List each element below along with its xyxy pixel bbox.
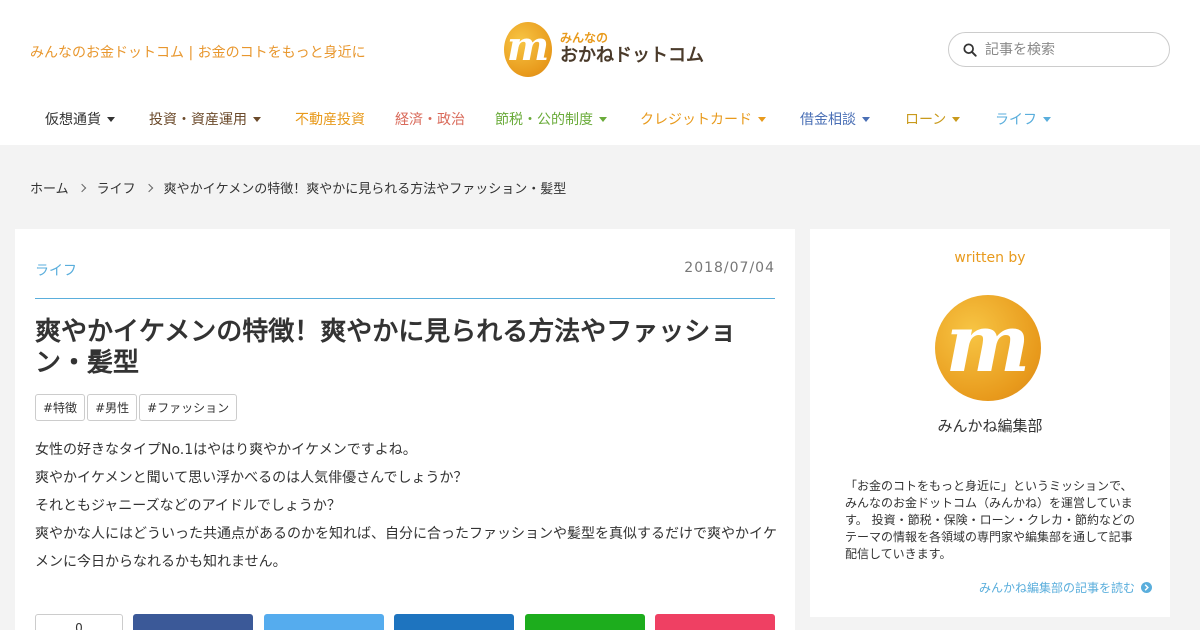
nav-item-real-estate[interactable]: 不動産投資 <box>295 109 365 129</box>
chevron-right-icon <box>144 183 153 192</box>
nav-item-credit-card[interactable]: クレジットカード <box>640 109 766 129</box>
article-date: 2018/07/04 <box>684 260 775 276</box>
site-tagline[interactable]: みんなのお金ドットコム | お金のコトをもっと身近に <box>30 42 366 62</box>
nav-item-life[interactable]: ライフ <box>995 109 1051 129</box>
caret-down-icon <box>599 116 607 122</box>
author-name[interactable]: みんかね編集部 <box>810 415 1170 436</box>
chevron-right-icon <box>77 183 86 192</box>
avatar[interactable]: m <box>935 295 1041 401</box>
line-share-button[interactable] <box>525 614 645 630</box>
nav-item-debt[interactable]: 借金相談 <box>800 109 870 129</box>
written-by-label: written by <box>954 250 1026 266</box>
breadcrumb-life[interactable]: ライフ <box>97 178 136 197</box>
caret-down-icon <box>1043 116 1051 122</box>
paragraph: 女性の好きなタイプNo.1はやはり爽やかイケメンですよね。 <box>35 442 417 458</box>
tag[interactable]: #特徴 <box>35 394 86 421</box>
share-count-button[interactable]: 0 <box>35 614 123 630</box>
twitter-share-button[interactable] <box>264 614 384 630</box>
site-header: みんなのお金ドットコム | お金のコトをもっと身近に m みんなの おかねドット… <box>0 0 1200 145</box>
caret-down-icon <box>107 116 115 122</box>
nav-item-tax[interactable]: 節税・公的制度 <box>495 109 607 129</box>
breadcrumb: ホーム ライフ 爽やかイケメンの特徴！爽やかに見られる方法やファッション・髪型 <box>30 178 566 197</box>
article-category[interactable]: ライフ <box>35 260 77 280</box>
article-title: 爽やかイケメンの特徴！爽やかに見られる方法やファッション・髪型 <box>35 317 737 378</box>
nav-item-loan[interactable]: ローン <box>905 109 961 129</box>
nav-item-investment[interactable]: 投資・資産運用 <box>149 109 261 129</box>
caret-down-icon <box>952 116 961 122</box>
paragraph: 爽やかイケメンと聞いて思い浮かべるのは人気俳優さんでしょうか？ <box>35 470 468 486</box>
logo-text: みんなの おかねドットコム <box>560 31 704 67</box>
site-logo[interactable]: m みんなの おかねドットコム <box>504 20 704 78</box>
breadcrumb-home[interactable]: ホーム <box>30 178 69 197</box>
avatar-mark-icon: m <box>945 296 1031 390</box>
tag[interactable]: #ファッション <box>139 394 238 421</box>
main-nav: 仮想通貨 投資・資産運用 不動産投資 経済・政治 節税・公的制度 クレジットカー… <box>0 100 1200 138</box>
caret-down-icon <box>862 116 870 122</box>
nav-item-crypto[interactable]: 仮想通貨 <box>45 109 115 129</box>
caret-down-icon <box>758 116 766 122</box>
search-icon <box>963 42 977 57</box>
article-body: 女性の好きなタイプNo.1はやはり爽やかイケメンですよね。 爽やかイケメンと聞い… <box>35 436 780 576</box>
facebook-share-button[interactable] <box>133 614 253 630</box>
nav-item-economy[interactable]: 経済・政治 <box>395 109 465 129</box>
search-box[interactable] <box>948 32 1170 67</box>
search-input[interactable] <box>985 41 1155 58</box>
tag-list: #特徴 #男性 #ファッション <box>35 394 238 421</box>
logo-small-text: みんなの <box>560 31 609 45</box>
breadcrumb-current: 爽やかイケメンの特徴！爽やかに見られる方法やファッション・髪型 <box>163 182 567 197</box>
share-count: 0 <box>75 621 83 630</box>
caret-down-icon <box>253 116 261 122</box>
author-card: written by m みんかね編集部 「お金のコトをもっと身近に」というミッ… <box>810 229 1170 617</box>
article-card: ライフ 2018/07/04 爽やかイケメンの特徴！爽やかに見られる方法やファッ… <box>15 229 795 630</box>
paragraph: それともジャニーズなどのアイドルでしょうか？ <box>35 498 341 514</box>
tag[interactable]: #男性 <box>87 394 138 421</box>
arrow-right-icon <box>1141 582 1152 593</box>
author-more-link[interactable]: みんかね編集部の記事を読む <box>979 579 1152 596</box>
paragraph: 爽やかな人にはどういった共通点があるのかを知れば、自分に合ったファッションや髪型… <box>35 526 777 570</box>
logo-mark-icon: m <box>504 21 552 77</box>
logo-big-text: おかねドットコム <box>560 45 704 66</box>
author-bio: 「お金のコトをもっと身近に」というミッションで、みんなのお金ドットコム（みんかね… <box>845 479 1136 561</box>
pocket-share-button[interactable] <box>655 614 775 630</box>
hatena-share-button[interactable] <box>394 614 514 630</box>
divider <box>35 298 775 299</box>
